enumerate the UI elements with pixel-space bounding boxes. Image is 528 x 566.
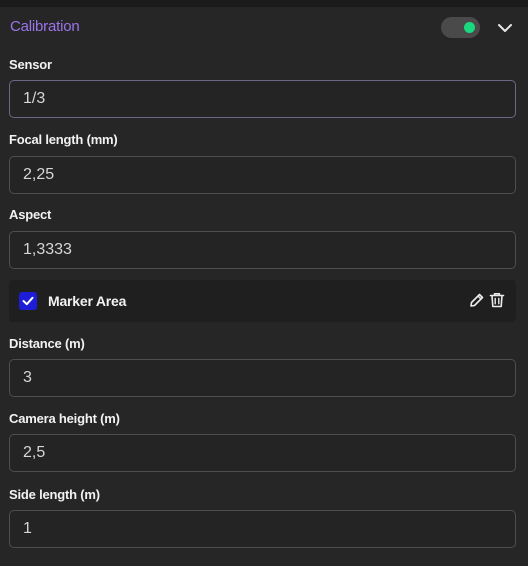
toggle-knob (464, 22, 475, 33)
sensor-input[interactable] (9, 80, 516, 118)
camera-height-input[interactable] (9, 434, 516, 472)
focal-length-input[interactable] (9, 156, 516, 194)
sensor-label: Sensor (9, 57, 52, 72)
calibration-header[interactable]: Calibration (0, 7, 528, 49)
panel-top-bar (0, 0, 528, 7)
calibration-toggle[interactable] (441, 17, 480, 38)
side-length-input[interactable] (9, 510, 516, 548)
marker-area-checkbox[interactable] (19, 292, 37, 310)
calibration-panel: Calibration Sensor Focal length (mm) Asp… (0, 0, 528, 566)
marker-area-label: Marker Area (48, 293, 127, 309)
checkmark-icon (22, 296, 34, 306)
distance-label: Distance (m) (9, 336, 85, 351)
pencil-icon[interactable] (469, 292, 485, 308)
distance-input[interactable] (9, 359, 516, 397)
camera-height-label: Camera height (m) (9, 411, 120, 426)
calibration-title: Calibration (10, 18, 80, 35)
aspect-input[interactable] (9, 231, 516, 269)
chevron-down-icon[interactable] (495, 18, 515, 38)
aspect-label: Aspect (9, 207, 52, 222)
marker-area-row: Marker Area (9, 280, 516, 322)
side-length-label: Side length (m) (9, 487, 100, 502)
focal-length-label: Focal length (mm) (9, 132, 118, 147)
trash-icon[interactable] (488, 291, 506, 309)
